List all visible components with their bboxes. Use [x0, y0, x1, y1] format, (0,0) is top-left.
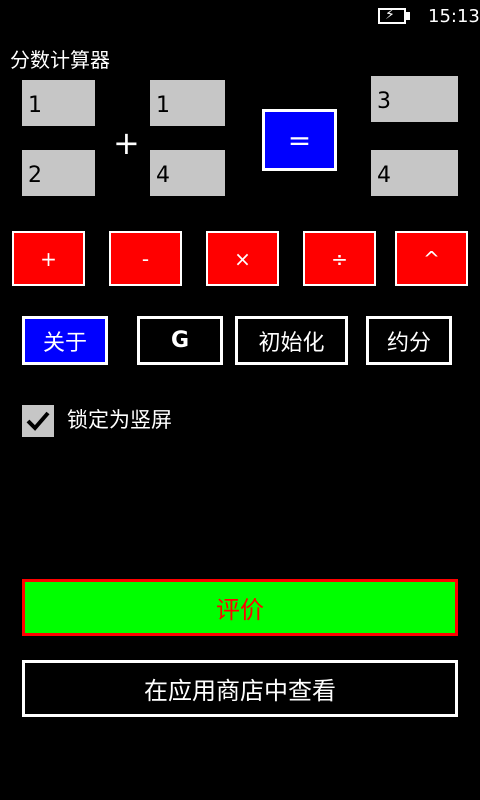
lock-portrait-label[interactable]: 锁定为竖屏: [67, 404, 172, 434]
power-operator-button[interactable]: ^: [395, 231, 468, 286]
add-operator-button[interactable]: +: [12, 231, 85, 286]
initialize-button[interactable]: 初始化: [235, 316, 348, 365]
reduce-button[interactable]: 约分: [366, 316, 452, 365]
fraction-b-denominator-input[interactable]: 4: [150, 150, 225, 196]
fraction-a-denominator-input[interactable]: 2: [22, 150, 95, 196]
multiply-operator-button[interactable]: ×: [206, 231, 279, 286]
fraction-b-numerator-input[interactable]: 1: [150, 80, 225, 126]
result-denominator-field[interactable]: 4: [371, 150, 458, 196]
g-button[interactable]: G: [137, 316, 223, 365]
divide-operator-button[interactable]: ÷: [303, 231, 376, 286]
fraction-a-numerator-input[interactable]: 1: [22, 80, 95, 126]
subtract-operator-button[interactable]: -: [109, 231, 182, 286]
status-clock: 15:13: [428, 6, 480, 27]
result-numerator-field[interactable]: 3: [371, 76, 458, 122]
view-in-store-button[interactable]: 在应用商店中查看: [22, 660, 458, 717]
battery-charging-icon: ⚡: [378, 7, 412, 24]
operator-display: +: [113, 124, 140, 162]
checkmark-icon: [26, 411, 50, 431]
equals-button[interactable]: =: [262, 109, 337, 171]
rate-button[interactable]: 评价: [22, 579, 458, 636]
lock-portrait-checkbox[interactable]: [22, 405, 54, 437]
about-button[interactable]: 关于: [22, 316, 108, 365]
app-title: 分数计算器: [10, 48, 110, 72]
